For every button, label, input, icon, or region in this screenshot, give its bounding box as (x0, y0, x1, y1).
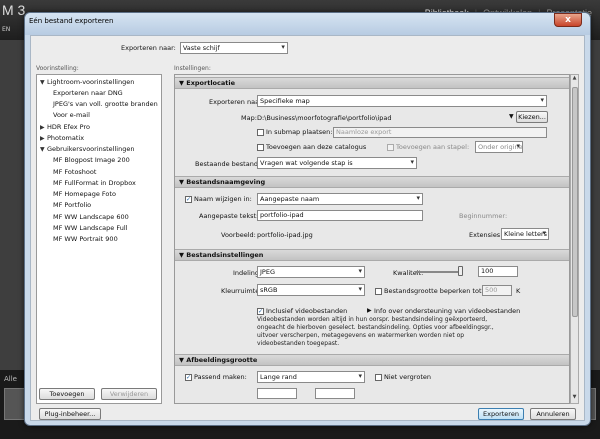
extensions-label: Extensies: (469, 231, 503, 239)
quality-slider-handle[interactable] (458, 266, 463, 276)
presets-list[interactable]: ▼ Lightroom-voorinstellingen Exporteren n… (36, 74, 162, 404)
section-export-location[interactable]: ▼ Exportlocatie (175, 77, 569, 89)
preset-item[interactable]: MF WW Landscape 600 (53, 213, 129, 221)
lightroom-left-panel (0, 40, 26, 370)
scroll-down-icon[interactable]: ▼ (571, 394, 578, 403)
checkbox-icon[interactable] (375, 287, 382, 295)
preset-item[interactable]: MF WW Landscape Full (53, 224, 127, 232)
start-number-label: Beginnummer: (459, 212, 508, 220)
scrollbar-thumb[interactable] (572, 87, 578, 317)
colorspace-label: Kleurruimte: (221, 287, 262, 295)
close-button[interactable]: x (554, 13, 582, 27)
checkbox-checked-icon[interactable]: ✓ (257, 307, 264, 315)
plugin-manager-button[interactable]: Plug-inbeheer... (39, 408, 101, 420)
limit-size-unit: K (516, 287, 521, 295)
example-label: Voorbeeld: (221, 231, 256, 239)
remove-preset-button[interactable]: Verwijderen (101, 388, 157, 400)
subfolder-checkbox[interactable]: In submap plaatsen: (257, 128, 332, 136)
export-to-select[interactable]: Vaste schijf (179, 42, 288, 54)
subfolder-input[interactable]: Naamloze export (333, 127, 547, 138)
existing-files-select[interactable]: Vragen wat volgende stap is (257, 157, 417, 169)
dialog-body: Exporteren naar: Vaste schijf Voorinstel… (30, 35, 585, 421)
preset-item[interactable]: MF Homepage Foto (53, 190, 116, 198)
checkbox-icon[interactable] (375, 373, 382, 381)
preset-item[interactable]: JPEG's van voll. grootte branden (53, 100, 158, 108)
preset-item[interactable]: MF WW Portrait 900 (53, 235, 118, 243)
folder-path: D:\Business\moorfotografie\portfolio\ipa… (257, 114, 392, 122)
resize-checkbox[interactable]: ✓ Passend maken: (185, 373, 247, 381)
expand-triangle-icon[interactable]: ▼ (40, 79, 47, 86)
export-to-label: Exporteren naar: (121, 44, 176, 52)
export-to-row: Exporteren naar: Vaste schijf (121, 42, 288, 54)
resize-select[interactable]: Lange rand (257, 371, 365, 383)
settings-panel: ▼ Exportlocatie Exporteren naar: Specifi… (174, 74, 570, 404)
example-filename: portfolio-ipad.jpg (257, 231, 313, 239)
export-location-select[interactable]: Specifieke map (257, 95, 547, 107)
add-preset-button[interactable]: Toevoegen (39, 388, 95, 400)
lightroom-logo: M 3 (2, 2, 26, 18)
collapse-triangle-icon[interactable]: ▶ (40, 135, 47, 142)
dialog-title: Eén bestand exporteren (29, 17, 114, 25)
preset-item[interactable]: MF FullFormat in Dropbox (53, 179, 136, 187)
resize-height-input[interactable] (315, 388, 355, 399)
dont-enlarge-checkbox[interactable]: Niet vergroten (375, 373, 431, 381)
preset-item[interactable]: MF Portfolio (53, 201, 91, 209)
limit-size-input[interactable]: 500 (482, 285, 512, 296)
custom-text-input[interactable]: portfolio-ipad (257, 210, 423, 221)
include-video-checkbox[interactable]: ✓ Inclusief videobestanden (257, 307, 347, 315)
settings-label: Instellingen: (174, 65, 211, 72)
export-to-label: Exporteren naar: (209, 98, 264, 106)
collapse-triangle-icon[interactable]: ▶ (40, 124, 47, 131)
extensions-select[interactable]: Kleine letters (501, 228, 549, 240)
checkbox-icon[interactable] (387, 143, 394, 151)
checkbox-checked-icon[interactable]: ✓ (185, 373, 192, 381)
colorspace-select[interactable]: sRGB (257, 284, 365, 296)
preset-item[interactable]: Voor e-mail (53, 111, 90, 119)
video-note: Videobestanden worden altijd in hun oors… (257, 316, 494, 347)
filmstrip-filter-label: Alle (4, 375, 17, 383)
rename-select[interactable]: Aangepaste naam (257, 193, 423, 205)
add-to-catalog-checkbox[interactable]: Toevoegen aan deze catalogus (257, 143, 366, 151)
quality-input[interactable]: 100 (478, 266, 518, 277)
cancel-button[interactable]: Annuleren (530, 408, 576, 420)
export-button[interactable]: Exporteren (478, 408, 524, 420)
dialog-titlebar[interactable]: Eén bestand exporteren x (25, 13, 590, 35)
preset-item[interactable]: MF Blogpost Image 200 (53, 156, 130, 164)
presets-label: Voorinstelling: (36, 65, 79, 72)
expand-triangle-icon[interactable]: ▼ (40, 146, 47, 153)
add-to-stack-checkbox[interactable]: Toevoegen aan stapel: (387, 143, 469, 151)
preset-group-hdr[interactable]: ▶ HDR Efex Pro (40, 123, 90, 131)
preset-item[interactable]: Exporteren naar DNG (53, 89, 123, 97)
scroll-up-icon[interactable]: ▲ (571, 75, 578, 84)
checkbox-icon[interactable] (257, 143, 264, 151)
export-dialog: Eén bestand exporteren x Exporteren naar… (24, 12, 591, 426)
folder-label: Map: (241, 114, 257, 122)
stack-select[interactable]: Onder origineel (475, 141, 523, 153)
section-image-sizing[interactable]: ▼ Afbeeldingsgrootte (175, 354, 569, 366)
custom-text-label: Aangepaste tekst: (199, 212, 259, 220)
folder-dropdown-icon[interactable]: ▼ (509, 113, 514, 120)
section-file-settings[interactable]: ▼ Bestandsinstellingen (175, 249, 569, 261)
format-select[interactable]: JPEG (257, 266, 365, 278)
limit-size-checkbox[interactable]: Bestandsgrootte beperken tot: (375, 287, 484, 295)
preset-group-lightroom[interactable]: ▼ Lightroom-voorinstellingen (40, 78, 134, 86)
choose-folder-button[interactable]: Kiezen... (516, 111, 548, 123)
quality-slider[interactable] (415, 271, 461, 273)
preset-group-user[interactable]: ▼ Gebruikersvoorinstellingen (40, 145, 134, 153)
checkbox-icon[interactable] (257, 128, 264, 136)
info-triangle-icon[interactable]: ▶ (367, 307, 372, 314)
checkbox-checked-icon[interactable]: ✓ (185, 195, 192, 203)
lightroom-left-label: EN (2, 26, 11, 33)
settings-scrollbar[interactable]: ▲ ▼ (570, 74, 579, 404)
resize-width-input[interactable] (257, 388, 297, 399)
section-file-naming[interactable]: ▼ Bestandsnaamgeving (175, 176, 569, 188)
preset-group-photomatix[interactable]: ▶ Photomatix (40, 134, 84, 142)
rename-checkbox[interactable]: ✓ Naam wijzigen in: (185, 195, 252, 203)
video-info-link[interactable]: Info over ondersteuning van videobestand… (374, 307, 520, 315)
preset-item[interactable]: MF Fotoshoot (53, 168, 96, 176)
